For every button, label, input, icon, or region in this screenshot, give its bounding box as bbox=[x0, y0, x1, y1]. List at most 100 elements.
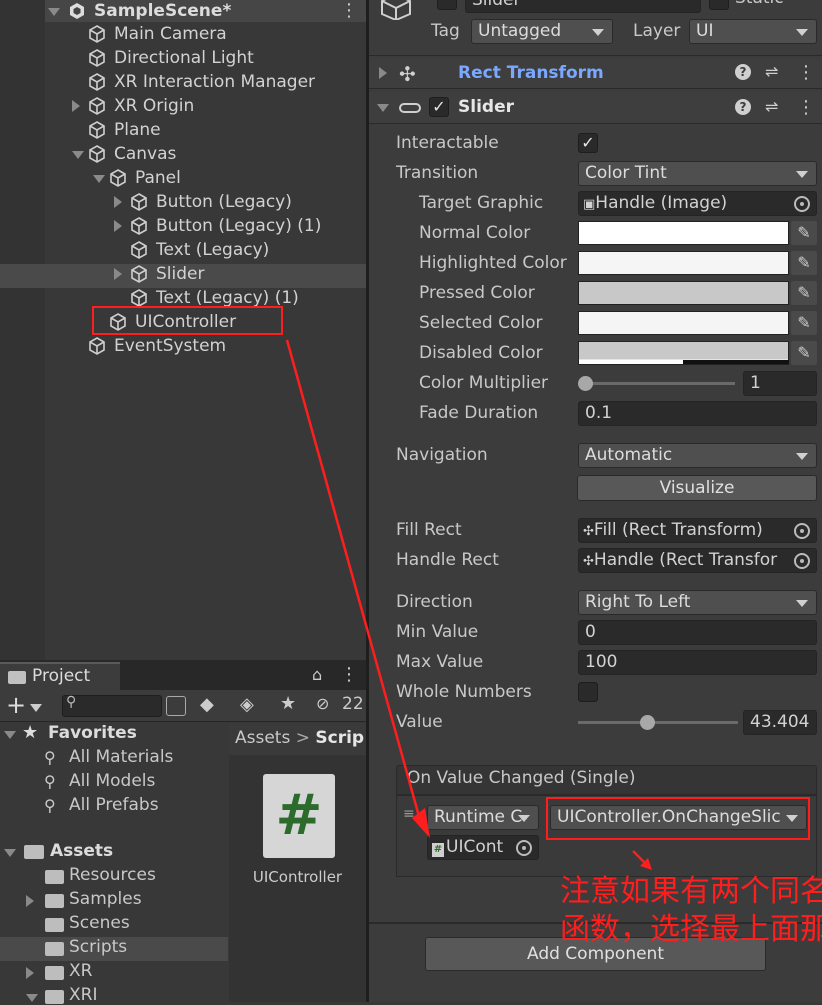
target-graphic-field[interactable]: ▣Handle (Image) bbox=[578, 191, 817, 216]
navigation-label: Navigation bbox=[396, 445, 488, 465]
active-toggle[interactable] bbox=[437, 0, 457, 10]
chevron-right-icon[interactable] bbox=[379, 67, 387, 79]
disabled-color-swatch[interactable] bbox=[578, 341, 789, 365]
whole-numbers-checkbox[interactable] bbox=[578, 682, 598, 702]
context-menu-icon[interactable]: ⋮ bbox=[797, 97, 815, 118]
color-multiplier-handle[interactable] bbox=[578, 376, 593, 391]
hierarchy-item[interactable]: Panel bbox=[135, 166, 181, 190]
search-input[interactable] bbox=[62, 695, 162, 717]
folder-item[interactable]: Resources bbox=[69, 865, 156, 885]
chevron-right-icon[interactable] bbox=[26, 967, 34, 979]
hierarchy-item[interactable]: EventSystem bbox=[114, 334, 226, 358]
folder-item[interactable]: Samples bbox=[69, 889, 142, 909]
chevron-right-icon[interactable] bbox=[26, 895, 34, 907]
chevron-down-icon[interactable] bbox=[48, 8, 60, 16]
help-icon[interactable]: ? bbox=[735, 99, 751, 115]
object-picker-icon[interactable] bbox=[794, 523, 810, 539]
highlighted-color-swatch[interactable] bbox=[578, 251, 789, 275]
folder-icon bbox=[45, 870, 64, 884]
object-picker-icon[interactable] bbox=[794, 196, 810, 212]
hierarchy-item[interactable]: Directional Light bbox=[114, 46, 254, 70]
chevron-down-icon[interactable] bbox=[377, 104, 389, 112]
gameobject-name-field[interactable]: Slider bbox=[465, 0, 701, 13]
hidden-packages-icon[interactable]: ⊘ bbox=[316, 694, 329, 713]
chevron-down-icon[interactable] bbox=[26, 994, 38, 1002]
chevron-right-icon[interactable] bbox=[72, 100, 80, 112]
chevron-right-icon[interactable] bbox=[114, 268, 122, 280]
favorite-item[interactable]: All Models bbox=[69, 771, 155, 791]
eyedropper-icon[interactable]: ✎ bbox=[791, 221, 817, 245]
context-menu-icon[interactable]: ⋮ bbox=[797, 62, 815, 83]
target-graphic-value: Handle (Image) bbox=[595, 193, 728, 213]
transition-dropdown[interactable]: Color Tint bbox=[578, 161, 817, 186]
script-asset[interactable]: # bbox=[263, 774, 335, 858]
layer-dropdown[interactable]: UI bbox=[689, 19, 817, 44]
chevron-down-icon[interactable] bbox=[4, 849, 16, 857]
hierarchy-item[interactable]: Button (Legacy) (1) bbox=[156, 214, 321, 238]
hierarchy-item[interactable]: Plane bbox=[114, 118, 161, 142]
eyedropper-icon[interactable]: ✎ bbox=[791, 311, 817, 335]
add-dropdown-icon[interactable] bbox=[30, 704, 42, 712]
object-field[interactable]: # UICont bbox=[427, 835, 539, 860]
project-menu-icon[interactable]: ⋮ bbox=[340, 664, 358, 685]
favorite-star-icon[interactable]: ★ bbox=[280, 693, 296, 714]
min-value-field[interactable]: 0 bbox=[578, 620, 817, 645]
navigation-dropdown[interactable]: Automatic bbox=[578, 443, 817, 468]
eyedropper-icon[interactable]: ✎ bbox=[791, 281, 817, 305]
object-picker-icon[interactable] bbox=[794, 553, 810, 569]
favorite-item[interactable]: All Materials bbox=[69, 747, 173, 767]
hierarchy-item[interactable]: Slider bbox=[156, 262, 204, 286]
hierarchy-item[interactable]: XR Origin bbox=[114, 94, 194, 118]
color-multiplier-track[interactable] bbox=[585, 382, 735, 385]
chevron-down-icon[interactable] bbox=[93, 175, 105, 183]
hierarchy-item[interactable]: XR Interaction Manager bbox=[114, 70, 315, 94]
add-icon[interactable]: + bbox=[6, 693, 26, 717]
selected-color-swatch[interactable] bbox=[578, 311, 789, 335]
eyedropper-icon[interactable]: ✎ bbox=[791, 341, 817, 365]
hierarchy-item[interactable]: Main Camera bbox=[114, 22, 227, 46]
search-mode-icon[interactable] bbox=[166, 696, 186, 716]
type-filter-icon[interactable]: ◆ bbox=[200, 694, 214, 715]
folder-item[interactable]: XRI bbox=[69, 985, 97, 1005]
breadcrumb-root[interactable]: Assets bbox=[235, 728, 290, 748]
tag-dropdown[interactable]: Untagged bbox=[471, 19, 613, 44]
hierarchy-item[interactable]: Canvas bbox=[114, 142, 176, 166]
favorite-item[interactable]: All Prefabs bbox=[69, 795, 159, 815]
value-slider-handle[interactable] bbox=[640, 715, 655, 730]
label-filter-icon[interactable]: ◈ bbox=[240, 694, 254, 715]
hierarchy-item[interactable]: Button (Legacy) bbox=[156, 190, 292, 214]
eyedropper-icon[interactable]: ✎ bbox=[791, 251, 817, 275]
lock-icon[interactable]: ⌂ bbox=[312, 665, 322, 684]
value-slider-track[interactable] bbox=[578, 721, 738, 724]
chevron-down-icon[interactable] bbox=[72, 151, 84, 159]
chevron-right-icon[interactable] bbox=[114, 220, 122, 232]
static-toggle[interactable] bbox=[709, 0, 729, 10]
slider-enabled-checkbox[interactable]: ✓ bbox=[429, 97, 449, 117]
handle-rect-field[interactable]: ✣Handle (Rect Transfor bbox=[578, 548, 817, 573]
max-value-field[interactable]: 100 bbox=[578, 650, 817, 675]
visualize-button[interactable]: Visualize bbox=[577, 475, 817, 501]
chevron-down-icon[interactable] bbox=[4, 731, 16, 739]
breadcrumb-current[interactable]: Scrip bbox=[315, 728, 364, 748]
normal-color-swatch[interactable] bbox=[578, 221, 789, 245]
direction-dropdown[interactable]: Right To Left bbox=[578, 590, 817, 615]
preset-icon[interactable]: ⇌ bbox=[765, 62, 778, 81]
interactable-checkbox[interactable]: ✓ bbox=[578, 133, 598, 153]
pressed-color-swatch[interactable] bbox=[578, 281, 789, 305]
drag-handle-icon[interactable]: ≡ bbox=[403, 806, 415, 822]
hierarchy-item[interactable]: Text (Legacy) bbox=[156, 238, 269, 262]
folder-item[interactable]: Scripts bbox=[69, 937, 127, 957]
folder-item[interactable]: Scenes bbox=[69, 913, 130, 933]
value-label: Value bbox=[396, 712, 443, 732]
preset-icon[interactable]: ⇌ bbox=[765, 97, 778, 116]
scene-menu-icon[interactable]: ⋮ bbox=[340, 2, 358, 20]
chevron-right-icon[interactable] bbox=[114, 196, 122, 208]
color-multiplier-field[interactable]: 1 bbox=[743, 371, 817, 396]
help-icon[interactable]: ? bbox=[735, 64, 751, 80]
fill-rect-field[interactable]: ✣Fill (Rect Transform) bbox=[578, 518, 817, 543]
runtime-dropdown[interactable]: Runtime C bbox=[427, 805, 539, 830]
fade-duration-field[interactable]: 0.1 bbox=[578, 401, 817, 426]
value-field[interactable]: 43.404 bbox=[743, 710, 817, 735]
folder-item[interactable]: XR bbox=[69, 961, 92, 981]
object-picker-icon[interactable] bbox=[516, 840, 532, 856]
